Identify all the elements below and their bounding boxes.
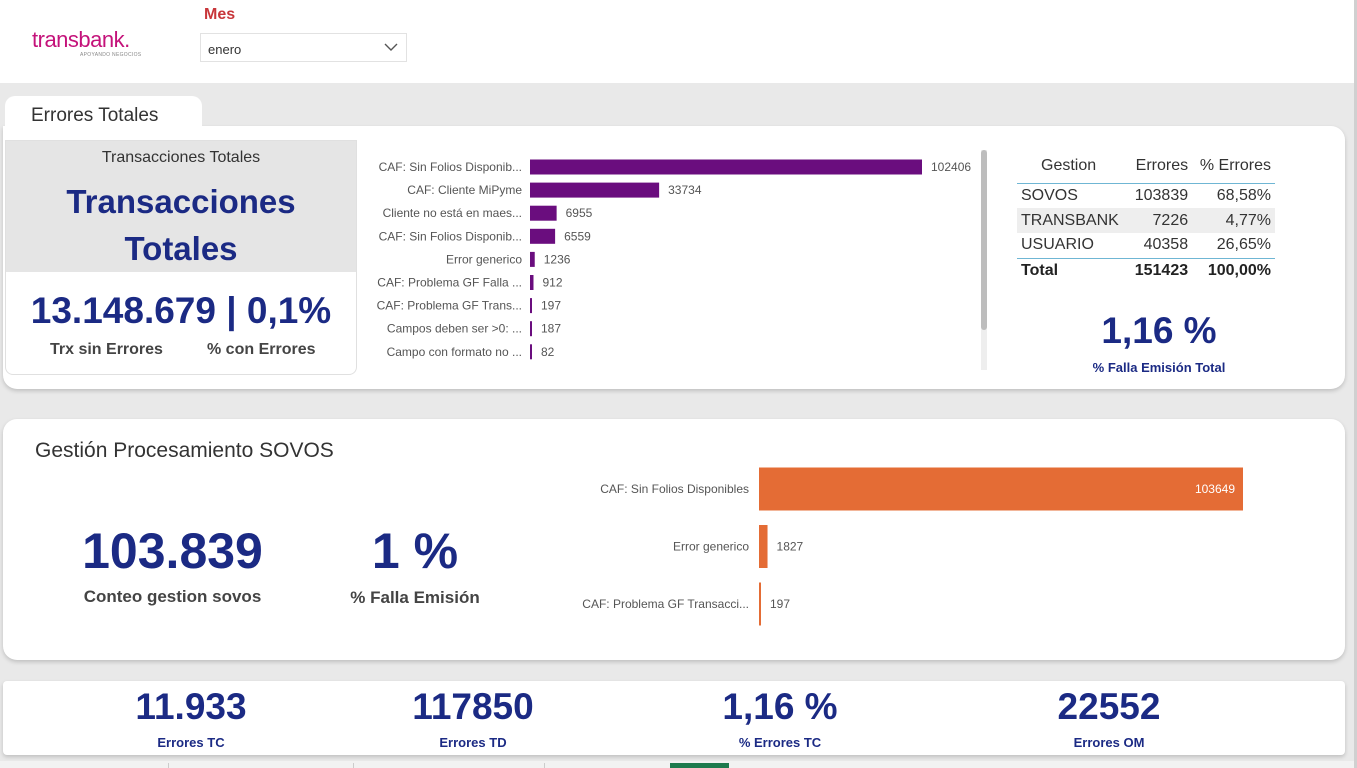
- strip-divider: [353, 763, 354, 768]
- falla-total-label: % Falla Emisión Total: [1092, 360, 1226, 375]
- month-dropdown-value: enero: [208, 42, 242, 57]
- kpi-card-title: Transacciones Totales: [101, 149, 261, 166]
- bar-category-label: Cliente no está en maes...: [383, 206, 522, 220]
- bar[interactable]: [530, 205, 557, 221]
- bar-value-label: 197: [541, 299, 561, 313]
- bar-value-label: 82: [541, 345, 555, 359]
- table-total-row: Total 151423 100,00%: [1017, 257, 1275, 283]
- gestion-table: Gestion Errores % Errores SOVOS 103839 6…: [1017, 150, 1277, 283]
- kpi-heading-line2: Totales: [124, 230, 238, 267]
- bar-category-label: Error generico: [673, 540, 749, 554]
- errores-tc-value: 11.933: [135, 686, 247, 727]
- bar[interactable]: [530, 182, 660, 198]
- table-cell: USUARIO: [1021, 236, 1094, 254]
- table-row: SOVOS 103839 68,58%: [1017, 183, 1275, 208]
- chart-scrollbar[interactable]: [981, 150, 987, 370]
- sovos-panel-title: Gestión Procesamiento SOVOS: [35, 439, 334, 462]
- month-dropdown[interactable]: enero: [200, 33, 407, 62]
- column-header-gestion[interactable]: Gestion: [1017, 150, 1128, 184]
- kpi-card-heading: Transacciones Totales: [6, 178, 356, 272]
- chart-scrollbar-thumb[interactable]: [981, 150, 987, 330]
- bar[interactable]: [530, 344, 532, 360]
- table-cell: Total: [1017, 257, 1128, 283]
- bar-category-label: Campos deben ser >0: ...: [387, 322, 522, 336]
- errores-bar-chart[interactable]: CAF: Sin Folios Disponib... 102406 CAF: Cl…: [360, 150, 985, 370]
- kpi-label-pct-errores: % con Errores: [207, 341, 316, 358]
- pct-errores-tc-value: 1,16 %: [722, 686, 838, 727]
- bar-category-label: CAF: Sin Folios Disponib...: [379, 160, 522, 174]
- table-cell: 7226: [1127, 208, 1193, 233]
- bar-value-label: 197: [770, 597, 790, 611]
- logo-text: transbank.: [32, 27, 130, 52]
- bar-value-label: 102406: [931, 160, 971, 174]
- kpi-heading-line1: Transacciones: [66, 183, 296, 220]
- bar-category-label: CAF: Sin Folios Disponib...: [379, 229, 522, 243]
- bar-category-label: Error generico: [446, 252, 522, 266]
- active-page-indicator[interactable]: [670, 763, 729, 768]
- falla-emision-label: % Falla Emisión: [350, 588, 480, 607]
- conteo-gestion-label: Conteo gestion sovos: [83, 587, 262, 606]
- falla-total-value: 1,16 %: [1101, 310, 1217, 351]
- bar-category-label: Campo con formato no ...: [387, 345, 522, 359]
- tab-errores-totales[interactable]: Errores Totales: [5, 96, 202, 132]
- falla-emision-value: 1 %: [371, 523, 459, 579]
- bar-category-label: CAF: Problema GF Transacci...: [582, 597, 749, 611]
- transbank-logo: transbank. APOYANDO NEGOCIOS: [32, 28, 157, 62]
- month-filter-label: Mes: [204, 6, 236, 23]
- bar-value-label: 187: [541, 322, 561, 336]
- column-header-errores[interactable]: Errores: [1127, 150, 1193, 184]
- bar-category-label: CAF: Cliente MiPyme: [407, 183, 522, 197]
- bar[interactable]: [530, 298, 532, 314]
- table-cell: 26,65%: [1216, 236, 1271, 254]
- table-cell: 103839: [1134, 186, 1189, 204]
- table-cell: 68,58%: [1216, 186, 1271, 204]
- table-header-row: Gestion Errores % Errores: [1017, 150, 1275, 184]
- table-cell: 151423: [1127, 257, 1193, 283]
- errores-tc-label: Errores TC: [157, 735, 225, 750]
- bar[interactable]: [530, 251, 535, 267]
- bar[interactable]: [530, 275, 534, 290]
- bar-category-label: CAF: Sin Folios Disponibles: [600, 482, 749, 496]
- bar-category-label: CAF: Problema GF Trans...: [377, 299, 522, 313]
- chevron-down-icon: [384, 43, 398, 51]
- strip-divider: [544, 763, 545, 768]
- bar[interactable]: [759, 582, 761, 626]
- table-cell: SOVOS: [1021, 186, 1078, 204]
- table-cell: 4,77%: [1192, 208, 1275, 233]
- bar-value-label: 33734: [668, 183, 702, 197]
- bar[interactable]: [530, 159, 922, 175]
- table-row: USUARIO 40358 26,65%: [1017, 233, 1275, 258]
- kpi-card-value: 13.148.679 | 0,1%: [30, 290, 332, 331]
- logo-tagline: APOYANDO NEGOCIOS: [80, 52, 142, 58]
- table-cell: 100,00%: [1192, 257, 1275, 283]
- kpi-label-trx-sin-errores: Trx sin Errores: [50, 341, 163, 358]
- bar[interactable]: [759, 525, 768, 568]
- table-cell: TRANSBANK: [1017, 208, 1128, 233]
- bar-value-label: 103649: [1195, 482, 1235, 496]
- bar[interactable]: [530, 321, 532, 337]
- bar-value-label: 912: [542, 276, 562, 290]
- pct-errores-tc-label: % Errores TC: [738, 735, 822, 750]
- conteo-gestion-value: 103.839: [82, 523, 263, 579]
- bar-value-label: 6955: [566, 206, 593, 220]
- errores-td-label: Errores TD: [439, 735, 507, 750]
- errores-om-value: 22552: [1057, 686, 1161, 727]
- errores-om-label: Errores OM: [1073, 735, 1145, 750]
- tab-label: Errores Totales: [31, 105, 159, 126]
- transacciones-totales-card: Transacciones Totales Transacciones Tota…: [5, 140, 357, 375]
- bar[interactable]: [530, 228, 556, 244]
- sovos-bar-chart[interactable]: CAF: Sin Folios Disponibles 103649 Error g…: [560, 460, 1280, 635]
- errores-td-value: 117850: [412, 686, 534, 727]
- table-cell: 40358: [1143, 236, 1189, 254]
- bar-value-label: 1827: [777, 540, 804, 554]
- strip-divider: [168, 763, 169, 768]
- page-tabs-strip: [0, 761, 1354, 768]
- bar[interactable]: [759, 467, 1243, 511]
- bar-value-label: 6559: [564, 229, 591, 243]
- bar-value-label: 1236: [544, 252, 571, 266]
- table-row: TRANSBANK 7226 4,77%: [1017, 208, 1275, 233]
- column-header-pct-errores[interactable]: % Errores: [1192, 150, 1275, 184]
- bar-category-label: CAF: Problema GF Falla ...: [377, 276, 522, 290]
